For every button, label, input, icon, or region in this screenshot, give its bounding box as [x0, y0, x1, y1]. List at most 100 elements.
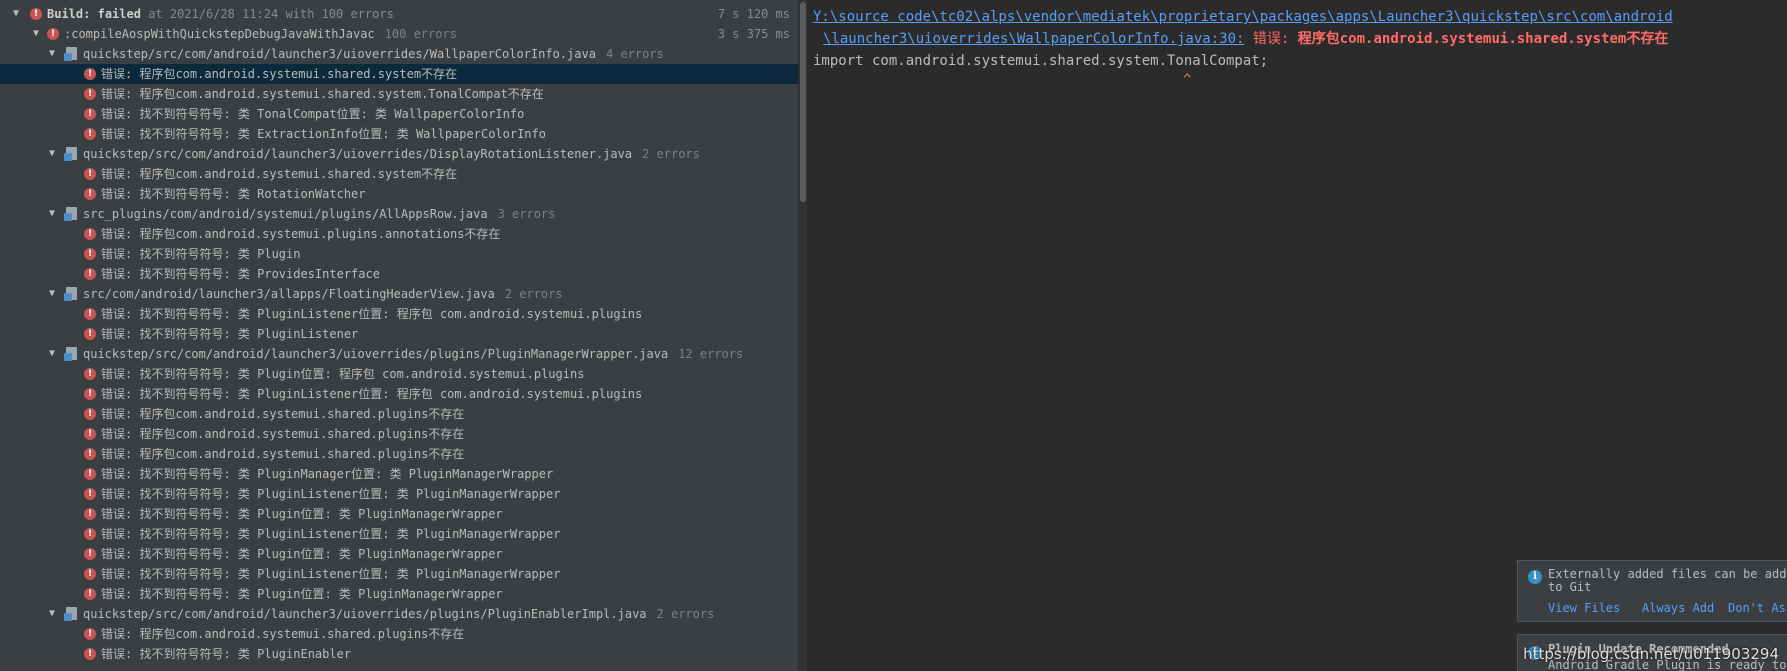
error-icon: !	[84, 108, 96, 120]
java-file-icon	[64, 47, 80, 61]
error-row[interactable]: ! 错误: 找不到符号符号: 类 PluginListener位置: 类 Plug…	[0, 484, 798, 504]
error-text: 错误: 找不到符号符号: 类 Plugin位置: 类 PluginManager…	[101, 507, 503, 521]
java-file-icon	[64, 607, 80, 621]
error-row[interactable]: ! 错误: 找不到符号符号: 类 PluginListener位置: 程序包 co…	[0, 384, 798, 404]
task-error-count: 100 errors	[384, 27, 457, 41]
task-time: 3 s 375 ms	[717, 27, 790, 41]
error-row[interactable]: ! 错误: 找不到符号符号: 类 PluginEnabler	[0, 644, 798, 664]
error-text: 错误: 程序包com.android.systemui.shared.plugi…	[101, 627, 465, 641]
file-row[interactable]: ▼ quickstep/src/com/android/launcher3/uio…	[0, 344, 798, 364]
error-icon: !	[84, 368, 96, 380]
error-row[interactable]: ! 错误: 程序包com.android.systemui.shared.plug…	[0, 624, 798, 644]
tree-scrollbar[interactable]	[800, 2, 806, 202]
java-file-icon	[64, 347, 80, 361]
error-row[interactable]: ! 错误: 找不到符号符号: 类 Plugin位置: 类 PluginManage…	[0, 504, 798, 524]
chevron-down-icon[interactable]: ▼	[46, 604, 58, 624]
java-file-icon	[64, 287, 80, 301]
file-error-count: 2 errors	[656, 607, 715, 621]
error-row[interactable]: ! 错误: 找不到符号符号: 类 Plugin	[0, 244, 798, 264]
error-text: 错误: 程序包com.android.systemui.plugins.anno…	[101, 227, 501, 241]
file-path: quickstep/src/com/android/launcher3/uiov…	[83, 347, 669, 361]
java-file-icon	[64, 147, 80, 161]
dont-ask-link[interactable]: Don't Ask	[1728, 601, 1787, 615]
error-icon: !	[84, 188, 96, 200]
error-icon: !	[84, 488, 96, 500]
error-text: 错误: 找不到符号符号: 类 Plugin位置: 程序包 com.android…	[101, 367, 585, 381]
chevron-down-icon[interactable]: ▼	[46, 284, 58, 304]
error-row[interactable]: ! 错误: 程序包com.android.systemui.shared.syst…	[0, 164, 798, 184]
task-name: :compileAospWithQuickstepDebugJavaWithJa…	[64, 27, 375, 41]
chevron-down-icon[interactable]: ▼	[46, 344, 58, 364]
error-row[interactable]: ! 错误: 找不到符号符号: 类 PluginManager位置: 类 Plugi…	[0, 464, 798, 484]
error-row[interactable]: ! 错误: 程序包com.android.systemui.shared.plug…	[0, 444, 798, 464]
file-error-count: 3 errors	[497, 207, 556, 221]
error-row[interactable]: ! 错误: 程序包com.android.systemui.shared.plug…	[0, 424, 798, 444]
error-row[interactable]: ! 错误: 程序包com.android.systemui.shared.syst…	[0, 84, 798, 104]
error-icon: !	[84, 408, 96, 420]
error-icon: !	[30, 8, 42, 20]
info-icon: i	[1528, 570, 1542, 584]
file-error-count: 2 errors	[642, 147, 700, 161]
error-row[interactable]: ! 错误: 找不到符号符号: 类 TonalCompat位置: 类 Wallpap…	[0, 104, 798, 124]
error-detail-pane: Y:\source code\tc02\alps\vendor\mediatek…	[807, 0, 1787, 671]
build-status: failed	[97, 7, 141, 21]
file-path: quickstep/src/com/android/launcher3/uiov…	[83, 607, 647, 621]
view-files-link[interactable]: View Files	[1548, 601, 1620, 615]
error-text: 错误: 找不到符号符号: 类 Plugin位置: 类 PluginManager…	[101, 547, 503, 561]
error-icon: !	[84, 508, 96, 520]
error-icon: !	[84, 228, 96, 240]
build-meta: at 2021/6/28 11:24 with 100 errors	[148, 7, 394, 21]
build-label: Build:	[47, 7, 91, 21]
build-time: 7 s 120 ms	[717, 7, 790, 21]
file-row[interactable]: ▼ src/com/android/launcher3/allapps/Float…	[0, 284, 798, 304]
error-row[interactable]: ! 错误: 程序包com.android.systemui.shared.plug…	[0, 404, 798, 424]
error-icon: !	[84, 128, 96, 140]
error-icon: !	[84, 328, 96, 340]
error-row[interactable]: ! 错误: 找不到符号符号: 类 PluginListener位置: 类 Plug…	[0, 564, 798, 584]
error-text: 错误: 找不到符号符号: 类 RotationWatcher	[101, 187, 366, 201]
error-row[interactable]: ! 错误: 找不到符号符号: 类 PluginListener位置: 类 Plug…	[0, 524, 798, 544]
build-root-row[interactable]: ▼ ! Build: failed at 2021/6/28 11:24 wit…	[0, 4, 798, 24]
file-row[interactable]: ▼ quickstep/src/com/android/launcher3/uio…	[0, 604, 798, 624]
error-icon: !	[84, 248, 96, 260]
error-row[interactable]: ! 错误: 找不到符号符号: 类 PluginListener位置: 程序包 co…	[0, 304, 798, 324]
error-row[interactable]: ! 错误: 找不到符号符号: 类 Plugin位置: 类 PluginManage…	[0, 544, 798, 564]
error-row[interactable]: ! 错误: 程序包com.android.systemui.plugins.ann…	[0, 224, 798, 244]
always-add-link[interactable]: Always Add	[1642, 601, 1714, 615]
error-row[interactable]: ! 错误: 找不到符号符号: 类 Plugin位置: 程序包 com.androi…	[0, 364, 798, 384]
watermark: https://blog.csdn.net/u011903294	[1523, 645, 1779, 663]
error-row[interactable]: ! 错误: 找不到符号符号: 类 PluginListener	[0, 324, 798, 344]
task-row[interactable]: ▼ ! :compileAospWithQuickstepDebugJavaWi…	[0, 24, 798, 44]
error-text: 错误: 找不到符号符号: 类 Plugin位置: 类 PluginManager…	[101, 587, 503, 601]
file-error-count: 12 errors	[678, 347, 744, 361]
code-line: import com.android.systemui.shared.syste…	[813, 53, 1269, 69]
error-row[interactable]: ! 错误: 找不到符号符号: 类 Plugin位置: 类 PluginManage…	[0, 584, 798, 604]
file-path: src_plugins/com/android/systemui/plugins…	[83, 207, 488, 221]
java-file-icon	[64, 207, 80, 221]
error-text: 错误: 找不到符号符号: 类 PluginListener位置: 类 Plugi…	[101, 527, 561, 541]
error-icon: !	[84, 528, 96, 540]
source-path-link-1[interactable]: Y:\source code\tc02\alps\vendor\mediatek…	[813, 9, 1673, 25]
error-text: 错误: 程序包com.android.systemui.shared.syste…	[101, 87, 544, 101]
error-icon: !	[84, 548, 96, 560]
error-row[interactable]: ! 错误: 找不到符号符号: 类 ProvidesInterface	[0, 264, 798, 284]
file-path: quickstep/src/com/android/launcher3/uiov…	[83, 47, 596, 61]
chevron-down-icon[interactable]: ▼	[46, 44, 58, 64]
file-row[interactable]: ▼ quickstep/src/com/android/launcher3/uio…	[0, 144, 798, 164]
error-icon: !	[84, 88, 96, 100]
chevron-down-icon[interactable]: ▼	[46, 204, 58, 224]
error-text: 错误: 程序包com.android.systemui.shared.plugi…	[101, 407, 465, 421]
chevron-down-icon[interactable]: ▼	[30, 24, 42, 44]
error-row[interactable]: ! 错误: 找不到符号符号: 类 ExtractionInfo位置: 类 Wall…	[0, 124, 798, 144]
chevron-down-icon[interactable]: ▼	[10, 4, 22, 24]
vcs-notification[interactable]: i Externally added files can be added to…	[1517, 560, 1787, 622]
file-row[interactable]: ▼ quickstep/src/com/android/launcher3/uio…	[0, 44, 798, 64]
error-row[interactable]: ! 错误: 程序包com.android.systemui.shared.syst…	[0, 64, 798, 84]
error-text: 错误: 程序包com.android.systemui.shared.plugi…	[101, 447, 465, 461]
chevron-down-icon[interactable]: ▼	[46, 144, 58, 164]
error-row[interactable]: ! 错误: 找不到符号符号: 类 RotationWatcher	[0, 184, 798, 204]
source-path-link-2[interactable]: \launcher3\uioverrides\WallpaperColorInf…	[823, 31, 1244, 47]
error-icon: !	[84, 268, 96, 280]
error-icon: !	[84, 468, 96, 480]
file-row[interactable]: ▼ src_plugins/com/android/systemui/plugin…	[0, 204, 798, 224]
